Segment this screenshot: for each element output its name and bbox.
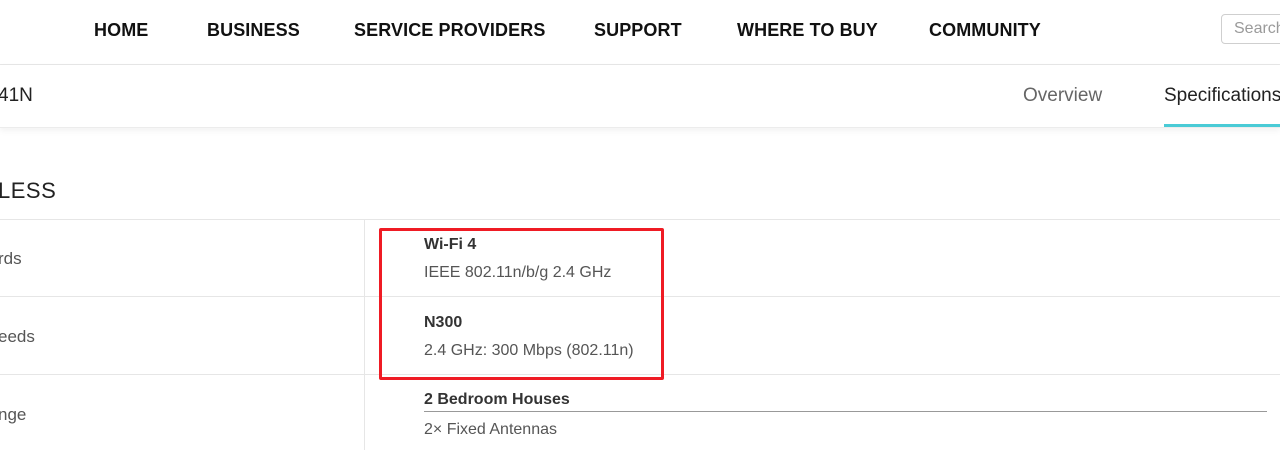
nav-where-to-buy-link[interactable]: WHERE TO BUY [737,20,878,41]
table-column-divider [364,220,365,450]
table-divider [0,374,1280,375]
spec-entry-title: Wi-Fi 4 [424,236,477,253]
spec-entry-value: IEEE 802.11n/b/g 2.4 GHz [424,264,612,281]
tab-overview[interactable]: Overview [1023,85,1102,107]
spec-row-label: rds [0,249,22,268]
nav-home-link[interactable]: HOME [94,20,148,41]
spec-row-label: eeds [0,327,35,346]
spec-entry-title: N300 [424,314,463,331]
spec-entry-value: 2× Fixed Antennas [424,421,557,438]
table-divider [0,219,1280,220]
nav-business-link[interactable]: BUSINESS [207,20,300,41]
spec-entry-underline [424,411,1267,412]
top-navigation: HOME BUSINESS SERVICE PROVIDERS SUPPORT … [0,0,1280,65]
nav-support-link[interactable]: SUPPORT [594,20,682,41]
table-divider [0,296,1280,297]
tab-specifications[interactable]: Specifications [1164,85,1280,107]
spec-entry-value: 2.4 GHz: 300 Mbps (802.11n) [424,342,634,359]
spec-row-label: nge [0,405,27,424]
nav-service-providers-link[interactable]: SERVICE PROVIDERS [354,20,545,41]
spec-entry-title: 2 Bedroom Houses [424,391,570,408]
active-tab-indicator [1164,124,1280,127]
search-input[interactable] [1221,14,1280,44]
product-spec-page: HOME BUSINESS SERVICE PROVIDERS SUPPORT … [0,0,1280,450]
nav-community-link[interactable]: COMMUNITY [929,20,1041,41]
section-title: LESS [0,178,57,203]
product-name: 41N [0,85,33,106]
product-subnav: 41N Overview Specifications [0,65,1280,128]
